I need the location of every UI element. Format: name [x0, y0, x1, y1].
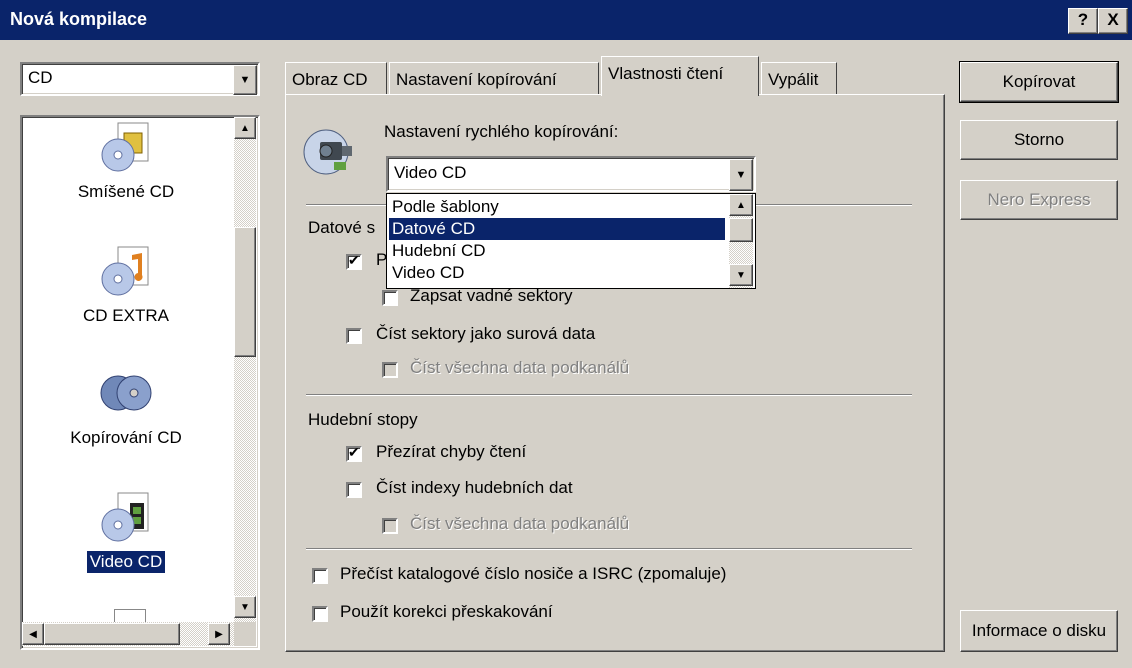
read-indexes-checkbox[interactable]: [346, 482, 362, 498]
list-item-label: CD EXTRA: [83, 306, 169, 325]
dropdown-option[interactable]: Podle šablony: [389, 196, 725, 218]
audio-group-label: Hudební stopy: [308, 410, 418, 429]
list-item-label: Video CD: [86, 551, 166, 573]
ignore-errors-label: Přezírat chyby čtení: [376, 442, 527, 461]
scroll-right-button[interactable]: ▶: [208, 623, 230, 645]
list-item-label: Smíšené CD: [77, 182, 175, 201]
disc-info-label: Informace o disku: [971, 621, 1107, 640]
read-subchannel-label: Číst všechna data podkanálů: [410, 358, 630, 377]
dropdown-option-selected[interactable]: Datové CD: [389, 218, 725, 240]
dropdown-scroll-up[interactable]: ▲: [729, 194, 753, 216]
dropdown-scrollbar[interactable]: ▲ ▼: [729, 194, 753, 288]
read-raw-checkbox[interactable]: [346, 328, 362, 344]
read-subchannel-audio-checkbox[interactable]: [382, 518, 398, 534]
arrow-down-icon: ▼: [736, 269, 746, 281]
copy-button[interactable]: Kopírovat: [959, 61, 1119, 103]
arrow-up-icon: ▲: [240, 122, 250, 134]
list-item-copy-cd[interactable]: Kopírování CD: [22, 365, 230, 449]
window-title: Nová kompilace: [10, 9, 148, 29]
project-type-list[interactable]: Smíšené CD CD EXTRA Kopírování CD Video …: [20, 115, 260, 650]
cd-extra-icon: [98, 243, 154, 299]
mixed-cd-icon: [98, 119, 154, 175]
scroll-up-button[interactable]: ▲: [234, 117, 256, 139]
read-subchannel-audio-label: Číst všechna data podkanálů: [410, 514, 630, 533]
data-option-checkbox[interactable]: [346, 252, 362, 270]
nero-express-button[interactable]: Nero Express: [960, 180, 1118, 220]
dropdown-option[interactable]: Hudební CD: [389, 240, 725, 262]
quick-copy-label: Nastavení rychlého kopírování:: [384, 122, 619, 141]
read-indexes-label: Číst indexy hudebních dat: [376, 478, 573, 497]
scroll-left-button[interactable]: ◀: [22, 623, 44, 645]
data-group-label: Datové s: [308, 218, 376, 237]
title-bar[interactable]: Nová kompilace ? X: [0, 0, 1132, 40]
list-item-cd-extra[interactable]: CD EXTRA: [22, 243, 230, 327]
read-catalog-label: Přečíst katalogové číslo nosiče a ISRC (…: [340, 564, 727, 583]
chevron-down-icon: ▼: [239, 74, 251, 86]
cancel-button-label: Storno: [1013, 130, 1065, 149]
separator: [306, 394, 912, 396]
quick-copy-dropdown-button[interactable]: ▼: [729, 159, 753, 191]
nero-express-label: Nero Express: [987, 190, 1091, 209]
list-item-label: Kopírování CD: [70, 428, 182, 447]
list-vertical-scrollbar[interactable]: ▲ ▼: [234, 117, 256, 622]
list-item-mixed-cd[interactable]: Smíšené CD: [22, 119, 230, 203]
scroll-down-button[interactable]: ▼: [234, 596, 256, 618]
scrollbar-corner: [234, 622, 256, 646]
read-subchannel-checkbox[interactable]: [382, 362, 398, 378]
arrow-right-icon: ▶: [215, 628, 223, 640]
jitter-correction-label: Použít korekci přeskakování: [340, 602, 553, 621]
tab-image-cd[interactable]: Obraz CD: [285, 62, 387, 94]
media-type-value: CD: [28, 68, 53, 87]
scroll-thumb[interactable]: [234, 227, 256, 357]
list-horizontal-scrollbar[interactable]: ◀ ▶: [22, 622, 234, 646]
media-type-combo[interactable]: CD ▼: [20, 62, 260, 96]
help-button[interactable]: ?: [1068, 8, 1098, 34]
write-bad-sectors-label: Zapsat vadné sektory: [410, 286, 573, 305]
dropdown-scroll-down[interactable]: ▼: [729, 264, 753, 286]
cancel-button[interactable]: Storno: [960, 120, 1118, 160]
quick-copy-value: Video CD: [394, 163, 467, 182]
arrow-up-icon: ▲: [736, 199, 746, 211]
read-catalog-checkbox[interactable]: [312, 568, 328, 584]
copy-cd-icon: [98, 365, 154, 421]
quick-copy-combo[interactable]: Video CD ▼: [386, 156, 756, 192]
chevron-down-icon: ▼: [735, 169, 747, 181]
dropdown-option[interactable]: Video CD: [389, 262, 725, 284]
list-item-video-cd[interactable]: Video CD: [22, 489, 230, 573]
read-raw-label: Číst sektory jako surová data: [376, 324, 596, 343]
copy-button-label: Kopírovat: [1002, 72, 1076, 91]
separator: [306, 548, 912, 550]
ignore-errors-checkbox[interactable]: [346, 444, 362, 462]
quick-copy-dropdown-list[interactable]: Podle šablony Datové CD Hudební CD Video…: [386, 193, 756, 289]
hscroll-thumb[interactable]: [44, 623, 180, 645]
tab-copy-settings[interactable]: Nastavení kopírování: [389, 62, 599, 94]
arrow-down-icon: ▼: [240, 601, 250, 613]
combo-dropdown-button[interactable]: ▼: [233, 65, 257, 95]
arrow-left-icon: ◀: [29, 628, 37, 640]
tab-read-options[interactable]: Vlastnosti čtení: [601, 56, 759, 96]
close-button[interactable]: X: [1098, 8, 1128, 34]
video-camera-icon: [302, 118, 362, 178]
write-bad-sectors-checkbox[interactable]: [382, 290, 398, 306]
dropdown-scroll-thumb[interactable]: [729, 218, 753, 242]
video-cd-icon: [98, 489, 154, 545]
jitter-correction-checkbox[interactable]: [312, 606, 328, 622]
tab-burn[interactable]: Vypálit: [761, 62, 837, 94]
disc-info-button[interactable]: Informace o disku: [960, 610, 1118, 652]
